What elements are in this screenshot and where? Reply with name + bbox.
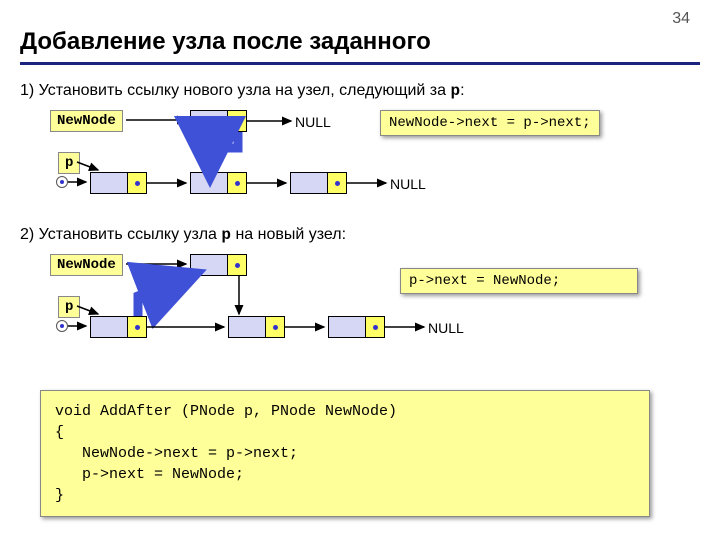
node-ptr — [228, 111, 246, 131]
list-node-2b — [228, 316, 285, 338]
node-data — [191, 111, 228, 131]
node-data — [91, 317, 128, 337]
step1-text: 1) Установить ссылку нового узла на узел… — [20, 82, 465, 100]
node-ptr — [128, 317, 146, 337]
step2-text: 2) Установить ссылку узла p на новый узе… — [20, 226, 346, 244]
code-box-2: p->next = NewNode; — [400, 268, 638, 294]
step1-var: p — [450, 82, 460, 100]
node-data — [91, 173, 128, 193]
page-number: 34 — [672, 10, 690, 28]
step1-suffix: : — [460, 82, 464, 99]
step2-suffix: на новый узел: — [231, 226, 346, 243]
step1-prefix: 1) Установить ссылку нового узла на узел… — [20, 82, 450, 99]
newnode-box-1 — [190, 110, 247, 132]
null-text-1a: NULL — [295, 114, 331, 130]
list-origin-2 — [56, 320, 68, 332]
node-data — [329, 317, 366, 337]
list-node-1a — [90, 172, 147, 194]
function-code: void AddAfter (PNode p, PNode NewNode) {… — [40, 390, 650, 517]
step2-prefix: 2) Установить ссылку узла — [20, 226, 221, 243]
p-label-1: p — [58, 152, 80, 174]
step2-var: p — [221, 226, 231, 244]
node-ptr — [128, 173, 146, 193]
node-data — [291, 173, 328, 193]
page-title: Добавление узла после заданного — [20, 28, 700, 65]
list-node-2a — [90, 316, 147, 338]
list-origin-1 — [56, 176, 68, 188]
list-node-1b — [190, 172, 247, 194]
null-text-2: NULL — [428, 320, 464, 336]
code-box-1: NewNode->next = p->next; — [380, 110, 600, 136]
node-data — [191, 255, 228, 275]
node-ptr — [366, 317, 384, 337]
p-label-2: p — [58, 296, 80, 318]
node-ptr — [228, 173, 246, 193]
node-data — [229, 317, 266, 337]
newnode-label-1: NewNode — [50, 110, 123, 132]
null-text-1b: NULL — [390, 176, 426, 192]
node-ptr — [228, 255, 246, 275]
node-ptr — [328, 173, 346, 193]
node-ptr — [266, 317, 284, 337]
newnode-box-2 — [190, 254, 247, 276]
node-data — [191, 173, 228, 193]
newnode-label-2: NewNode — [50, 254, 123, 276]
list-node-2c — [328, 316, 385, 338]
list-node-1c — [290, 172, 347, 194]
